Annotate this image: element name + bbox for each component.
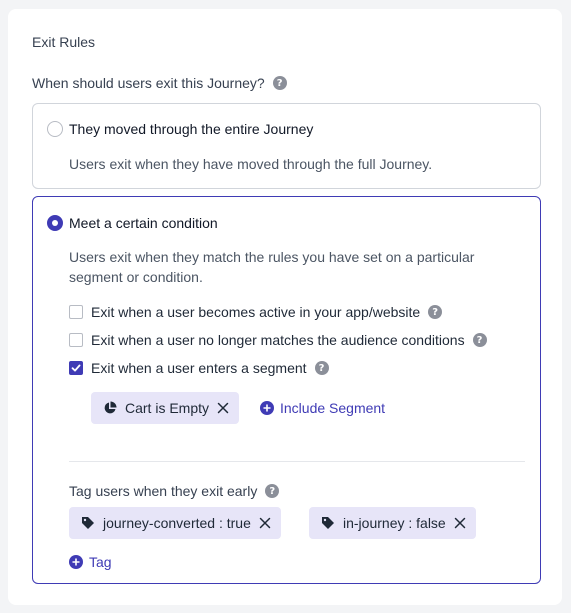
- tag-chip: journey-converted : true: [69, 507, 281, 539]
- pie-chart-icon: [104, 401, 117, 414]
- include-segment-label: Include Segment: [280, 400, 386, 416]
- segment-chip-label: Cart is Empty: [125, 400, 210, 416]
- help-icon[interactable]: ?: [472, 333, 487, 347]
- tag-chip-label: in-journey : false: [343, 515, 446, 531]
- help-icon[interactable]: ?: [314, 361, 329, 375]
- tag-icon: [322, 517, 334, 529]
- remove-icon[interactable]: [454, 517, 466, 529]
- condition-label: Exit when a user no longer matches the a…: [91, 332, 465, 348]
- plus-circle-icon: [69, 555, 83, 569]
- exit-rules-card: Exit Rules When should users exit this J…: [8, 9, 562, 605]
- option-certain-condition[interactable]: Meet a certain condition Users exit when…: [32, 196, 541, 584]
- option-label: Meet a certain condition: [69, 215, 218, 231]
- condition-label: Exit when a user enters a segment: [91, 360, 307, 376]
- check-icon: [71, 364, 81, 372]
- option-entire-journey[interactable]: They moved through the entire Journey Us…: [32, 103, 541, 189]
- add-tag-label: Tag: [89, 554, 112, 570]
- help-icon[interactable]: ?: [428, 305, 443, 319]
- option-description: Users exit when they match the rules you…: [69, 249, 475, 285]
- include-segment-button[interactable]: Include Segment: [260, 400, 385, 416]
- help-icon[interactable]: ?: [265, 484, 280, 498]
- divider: [69, 461, 525, 462]
- checkbox[interactable]: [69, 305, 83, 319]
- tag-icon: [82, 517, 94, 529]
- option-description: Users exit when they have moved through …: [69, 156, 433, 172]
- checkbox[interactable]: [69, 333, 83, 347]
- tag-users-label: Tag users when they exit early ?: [69, 483, 280, 499]
- tag-users-text: Tag users when they exit early: [69, 483, 258, 499]
- condition-no-longer-matches[interactable]: Exit when a user no longer matches the a…: [69, 332, 487, 348]
- segment-chip: Cart is Empty: [91, 392, 240, 424]
- condition-becomes-active[interactable]: Exit when a user becomes active in your …: [69, 304, 443, 320]
- exit-question-label: When should users exit this Journey?: [32, 75, 265, 91]
- tag-chip-label: journey-converted : true: [103, 515, 251, 531]
- add-tag-button[interactable]: Tag: [69, 554, 112, 570]
- radio-certain-condition[interactable]: [47, 215, 63, 231]
- exit-question: When should users exit this Journey? ?: [32, 75, 287, 91]
- plus-circle-icon: [260, 401, 274, 415]
- remove-icon[interactable]: [217, 402, 229, 414]
- remove-icon[interactable]: [259, 517, 271, 529]
- tag-chip: in-journey : false: [309, 507, 476, 539]
- checkbox-checked[interactable]: [69, 361, 83, 375]
- section-title: Exit Rules: [32, 34, 96, 50]
- help-icon[interactable]: ?: [272, 76, 287, 90]
- condition-enters-segment[interactable]: Exit when a user enters a segment ?: [69, 360, 329, 376]
- condition-label: Exit when a user becomes active in your …: [91, 304, 421, 320]
- option-label: They moved through the entire Journey: [69, 121, 314, 137]
- radio-entire-journey[interactable]: [47, 121, 63, 137]
